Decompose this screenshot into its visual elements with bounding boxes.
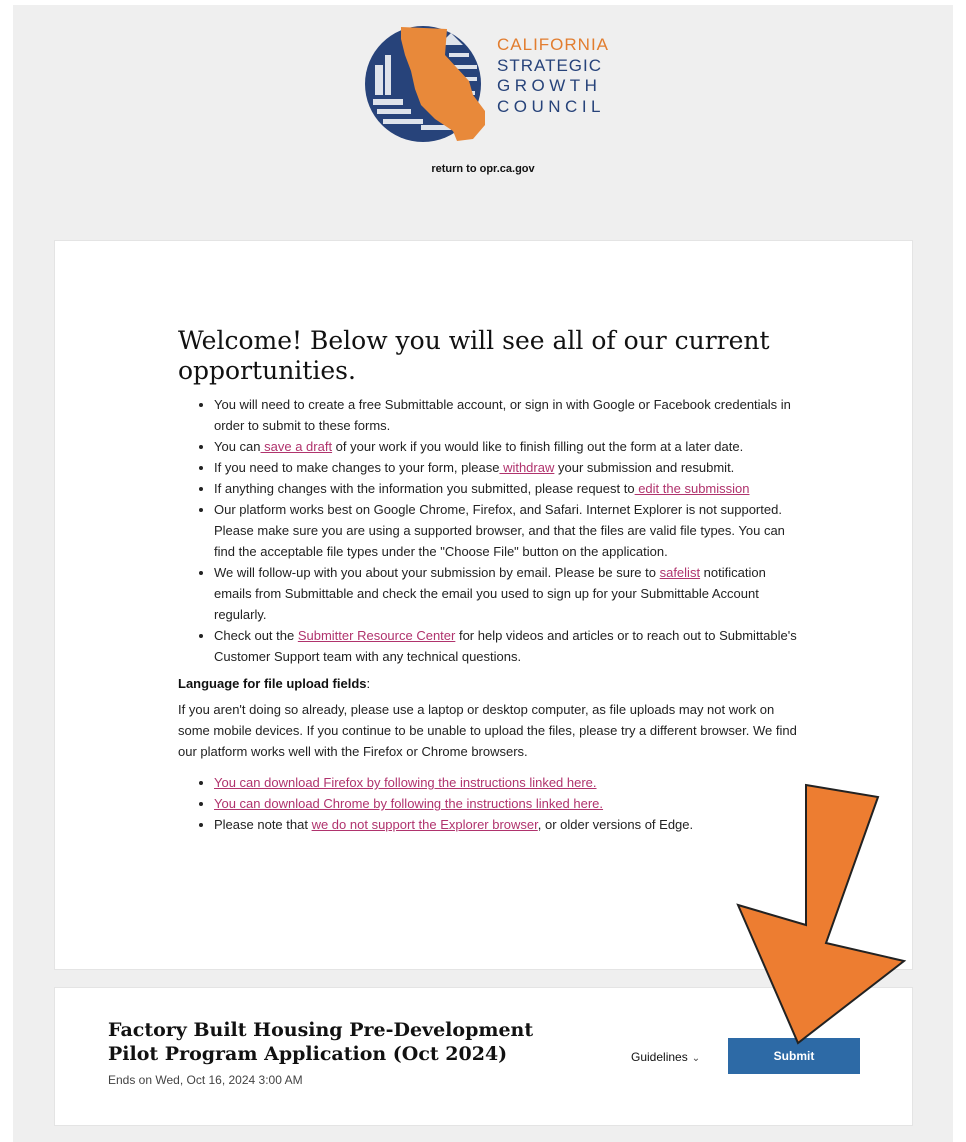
list-item: Check out the Submitter Resource Center …	[214, 625, 798, 667]
bullet-text: your submission and resubmit.	[554, 460, 735, 475]
bullet-text: of your work if you would like to finish…	[332, 439, 744, 454]
heading-colon: :	[366, 676, 371, 691]
orange-arrow-icon	[736, 783, 907, 1045]
chevron-down-icon: ⌄	[691, 1053, 701, 1064]
logo-line-2: STRATEGIC	[497, 55, 603, 75]
opportunity-deadline: Ends on Wed, Oct 16, 2024 3:00 AM	[108, 1073, 303, 1087]
bullet-text: If anything changes with the information…	[214, 481, 635, 496]
heading-text: Language for file upload fields	[178, 676, 367, 691]
bullet-text: Check out the	[214, 628, 298, 643]
list-item: You will need to create a free Submittab…	[214, 394, 798, 436]
download-firefox-link[interactable]: You can download Firefox by following th…	[214, 775, 597, 790]
california-emblem-icon	[365, 26, 485, 142]
save-draft-link[interactable]: save a draft	[261, 439, 332, 454]
bullet-text: Please note that	[214, 817, 312, 832]
file-upload-paragraph: If you aren't doing so already, please u…	[178, 702, 797, 759]
list-item: Please note that we do not support the E…	[214, 814, 798, 835]
logo-wordmark: CALIFORNIA STRATEGIC GROWTH COUNCIL	[497, 35, 609, 117]
bullet-text: Our platform works best on Google Chrome…	[214, 502, 785, 559]
bullet-text: If you need to make changes to your form…	[214, 460, 500, 475]
instructions-list: You will need to create a free Submittab…	[178, 394, 798, 667]
list-item: You can download Firefox by following th…	[214, 772, 798, 793]
list-item: Our platform works best on Google Chrome…	[214, 499, 798, 562]
bullet-text: We will follow-up with you about your su…	[214, 565, 660, 580]
edit-submission-link[interactable]: edit the submission	[635, 481, 749, 496]
safelist-link[interactable]: safelist	[660, 565, 700, 580]
submitter-resource-center-link[interactable]: Submitter Resource Center	[298, 628, 456, 643]
logo-line-3: GROWTH	[497, 76, 602, 95]
list-item: You can download Chrome by following the…	[214, 793, 798, 814]
bullet-text: , or older versions of Edge.	[537, 817, 694, 832]
download-chrome-link[interactable]: You can download Chrome by following the…	[214, 796, 603, 811]
bullet-text: You can	[214, 439, 261, 454]
list-item: If anything changes with the information…	[214, 478, 798, 499]
welcome-content: Welcome! Below you will see all of our c…	[178, 326, 798, 835]
withdraw-link[interactable]: withdraw	[499, 460, 554, 475]
guidelines-dropdown[interactable]: Guidelines ⌄	[631, 1050, 700, 1064]
welcome-title: Welcome! Below you will see all of our c…	[178, 326, 770, 385]
council-logo[interactable]: CALIFORNIA STRATEGIC GROWTH COUNCIL	[361, 25, 641, 145]
bullet-text: You will need to create a free Submittab…	[214, 397, 791, 433]
opportunity-title[interactable]: Factory Built Housing Pre-Development Pi…	[108, 1018, 578, 1066]
file-upload-heading: Language for file upload fields:	[178, 676, 798, 691]
page-background: CALIFORNIA STRATEGIC GROWTH COUNCIL retu…	[13, 5, 953, 1142]
explorer-not-supported-link[interactable]: we do not support the Explorer browser	[312, 817, 538, 832]
browser-links-list: You can download Firefox by following th…	[178, 772, 798, 835]
guidelines-label: Guidelines	[631, 1050, 688, 1064]
logo-line-4: COUNCIL	[497, 96, 606, 116]
return-to-opr-link[interactable]: return to opr.ca.gov	[13, 163, 953, 175]
list-item: We will follow-up with you about your su…	[214, 562, 798, 625]
logo-line-1: CALIFORNIA	[497, 35, 610, 54]
list-item: If you need to make changes to your form…	[214, 457, 798, 478]
list-item: You can save a draft of your work if you…	[214, 436, 798, 457]
